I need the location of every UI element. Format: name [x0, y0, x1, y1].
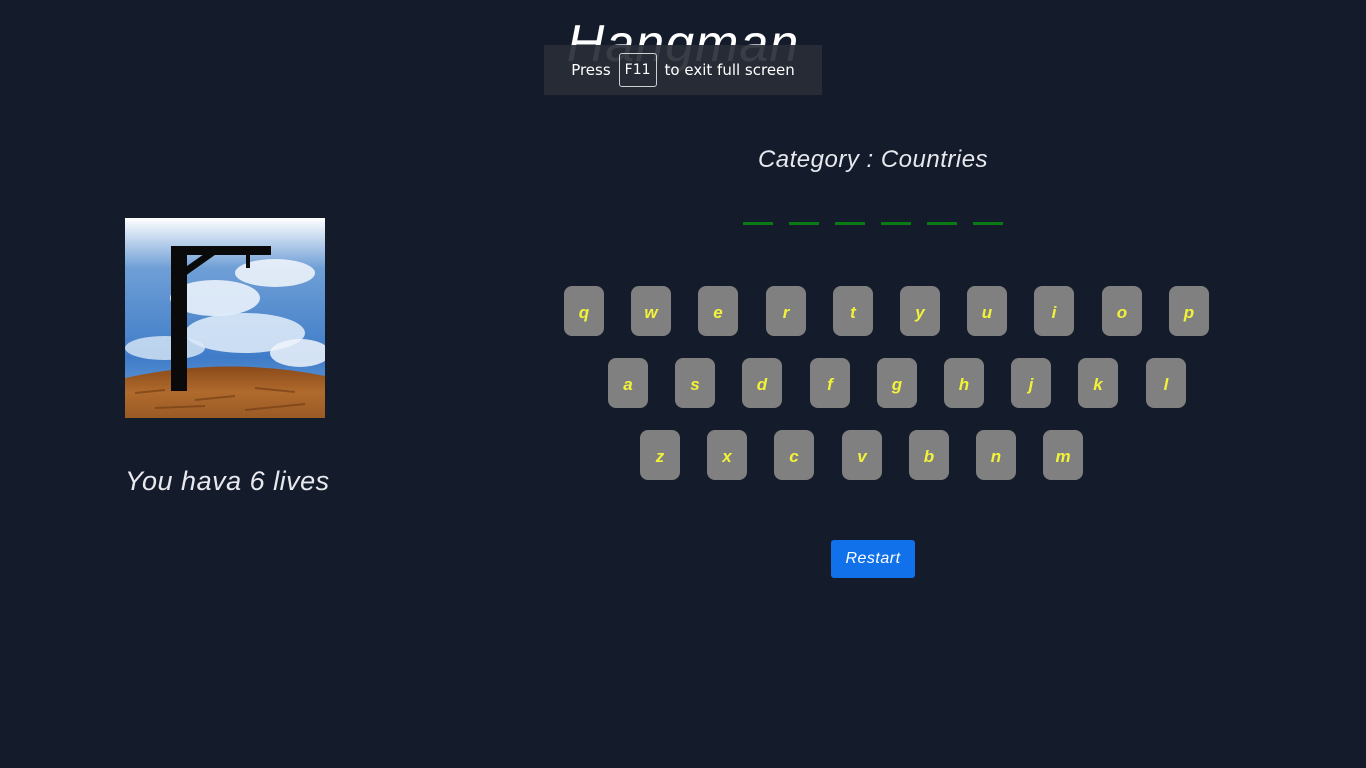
key-i[interactable]: i: [1034, 286, 1074, 336]
key-w[interactable]: w: [631, 286, 671, 336]
gallows-icon: [125, 218, 325, 418]
restart-button[interactable]: Restart: [831, 540, 915, 578]
key-q[interactable]: q: [564, 286, 604, 336]
key-l[interactable]: l: [1146, 358, 1186, 408]
letter-slot: [789, 222, 819, 225]
key-b[interactable]: b: [909, 430, 949, 480]
letter-slot: [973, 222, 1003, 225]
key-d[interactable]: d: [742, 358, 782, 408]
key-j[interactable]: j: [1011, 358, 1051, 408]
key-p[interactable]: p: [1169, 286, 1209, 336]
key-a[interactable]: a: [608, 358, 648, 408]
key-c[interactable]: c: [774, 430, 814, 480]
key-k[interactable]: k: [1078, 358, 1118, 408]
lives-text: You hava 6 lives: [125, 466, 330, 496]
fullscreen-notice-suffix: to exit full screen: [664, 61, 795, 79]
key-s[interactable]: s: [675, 358, 715, 408]
key-u[interactable]: u: [967, 286, 1007, 336]
key-o[interactable]: o: [1102, 286, 1142, 336]
keyboard-row-3: zxcvbnm: [640, 430, 1084, 480]
letter-slot: [743, 222, 773, 225]
word-display: [560, 222, 1186, 225]
letter-slot: [835, 222, 865, 225]
key-f[interactable]: f: [810, 358, 850, 408]
key-x[interactable]: x: [707, 430, 747, 480]
fullscreen-notice-prefix: Press: [571, 61, 611, 79]
f11-key-badge: F11: [618, 53, 657, 87]
hangman-image: [125, 218, 325, 418]
key-m[interactable]: m: [1043, 430, 1083, 480]
key-v[interactable]: v: [842, 430, 882, 480]
letter-slot: [881, 222, 911, 225]
key-t[interactable]: t: [833, 286, 873, 336]
key-y[interactable]: y: [900, 286, 940, 336]
letter-slot: [927, 222, 957, 225]
category-label: Category : Countries: [757, 146, 989, 173]
keyboard-row-1: qwertyuiop: [564, 286, 1209, 336]
key-n[interactable]: n: [976, 430, 1016, 480]
fullscreen-notice: Press F11 to exit full screen: [544, 45, 822, 95]
key-z[interactable]: z: [640, 430, 680, 480]
key-r[interactable]: r: [766, 286, 806, 336]
key-h[interactable]: h: [944, 358, 984, 408]
key-g[interactable]: g: [877, 358, 917, 408]
key-e[interactable]: e: [698, 286, 738, 336]
keyboard-row-2: asdfghjkl: [608, 358, 1186, 408]
